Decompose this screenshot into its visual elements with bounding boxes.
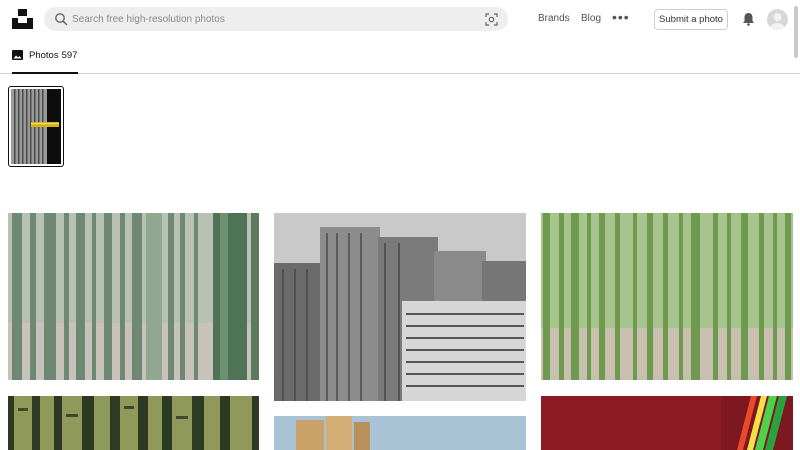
top-navbar: Brands Blog ••• Submit a photo bbox=[0, 0, 800, 38]
photo-card[interactable] bbox=[274, 416, 526, 450]
unsplash-logo[interactable] bbox=[12, 9, 33, 29]
tab-photos-count: 597 bbox=[61, 49, 78, 61]
thumbnail-image bbox=[11, 89, 61, 164]
submit-photo-button[interactable]: Submit a photo bbox=[654, 9, 728, 30]
notifications-bell-icon[interactable] bbox=[742, 12, 755, 26]
search-image-thumbnail[interactable] bbox=[8, 86, 64, 167]
user-avatar[interactable] bbox=[767, 9, 788, 30]
photo-card[interactable] bbox=[541, 396, 793, 450]
photo-card[interactable] bbox=[8, 213, 259, 380]
photo-card[interactable] bbox=[541, 213, 793, 380]
tab-photos-label: Photos bbox=[29, 49, 59, 61]
results-tabs: Photos 597 bbox=[0, 38, 800, 74]
photo-icon bbox=[12, 50, 23, 60]
bamboo-forest-photo bbox=[8, 213, 259, 380]
tab-photos[interactable]: Photos 597 bbox=[12, 38, 79, 74]
tan-buildings-photo bbox=[274, 416, 526, 450]
search-input[interactable] bbox=[72, 9, 472, 29]
nav-link-brands[interactable]: Brands bbox=[538, 13, 570, 24]
nav-link-blog[interactable]: Blog bbox=[581, 13, 601, 24]
red-abstract-photo bbox=[541, 396, 793, 450]
more-menu-icon[interactable]: ••• bbox=[612, 9, 630, 25]
search-bar bbox=[44, 7, 508, 31]
photo-card[interactable] bbox=[8, 396, 259, 450]
search-icon[interactable] bbox=[54, 12, 68, 26]
carved-bamboo-photo bbox=[8, 396, 259, 450]
photo-card[interactable] bbox=[274, 213, 526, 401]
visual-search-icon[interactable] bbox=[485, 13, 498, 26]
apartment-buildings-photo bbox=[274, 213, 526, 401]
green-bamboo-photo bbox=[541, 213, 793, 380]
